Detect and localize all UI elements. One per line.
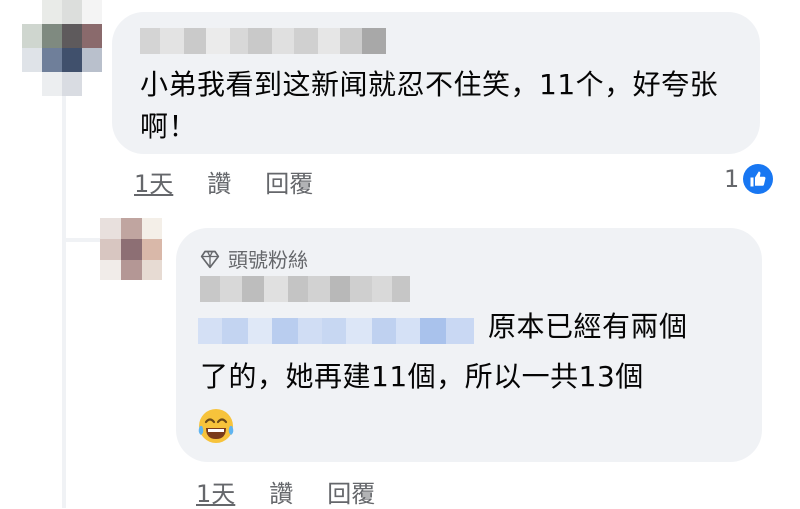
reaction-summary[interactable]: 1 (724, 164, 774, 194)
reply-text-line1: 原本已經有兩個 (488, 310, 688, 343)
like-button[interactable]: 讚 (207, 164, 231, 199)
timestamp-link[interactable]: 1天 (196, 474, 235, 509)
commenter-avatar[interactable] (22, 0, 102, 96)
comment-text: 小弟我看到这新闻就忍不住笑，11个，好夸张啊！ (140, 68, 719, 143)
badge-label: 頭號粉絲 (228, 248, 308, 272)
top-fan-badge: 頭號粉絲 (200, 244, 308, 273)
thread-line (62, 96, 66, 508)
thumbs-up-icon (743, 164, 774, 194)
reply-button[interactable]: 回覆 (327, 474, 375, 509)
diamond-icon (200, 250, 220, 268)
commenter-name-redacted[interactable] (140, 28, 386, 54)
comment-actions: 1天 讚 回覆 (134, 164, 347, 199)
reply-actions: 1天 讚 回覆 (196, 474, 409, 509)
timestamp-link[interactable]: 1天 (134, 164, 173, 199)
tears-of-joy-icon (198, 409, 234, 443)
mentioned-user-redacted[interactable] (198, 318, 474, 344)
thread-branch (62, 238, 102, 242)
reply-text-line2: 了的，她再建11個，所以一共13個 (200, 360, 644, 393)
replier-avatar[interactable] (100, 218, 162, 280)
reply-button[interactable]: 回覆 (265, 164, 313, 199)
reaction-count: 1 (724, 165, 740, 193)
like-button[interactable]: 讚 (269, 474, 293, 509)
replier-name-redacted[interactable] (200, 276, 410, 302)
